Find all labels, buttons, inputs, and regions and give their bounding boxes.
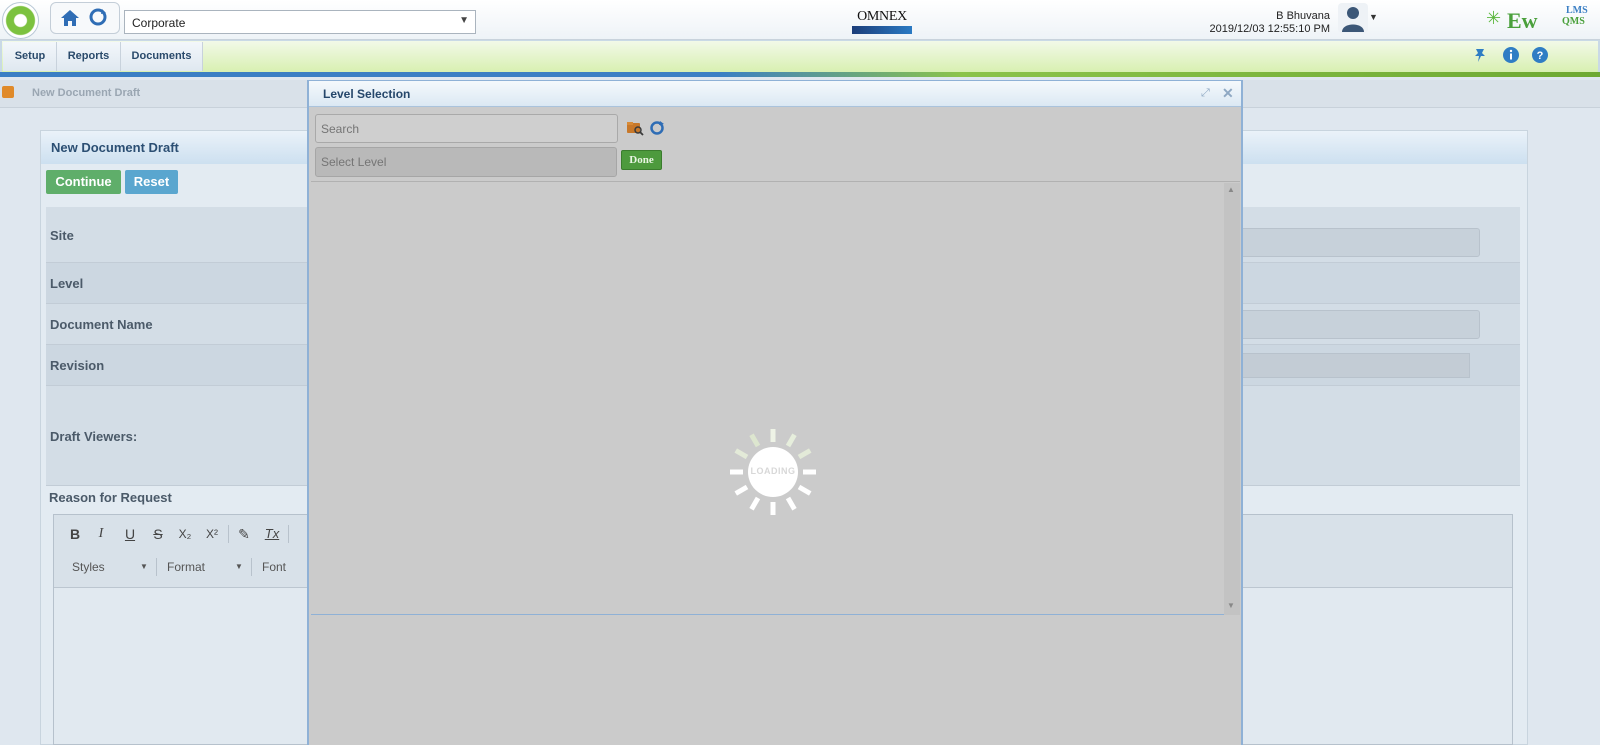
maximize-icon[interactable]: ⤢ <box>1201 87 1210 100</box>
site-label: Site <box>50 228 74 243</box>
sunburst-icon: ✳ <box>1486 8 1502 28</box>
organization-select-value: Corporate <box>132 16 186 30</box>
toolbar-separator <box>251 558 252 576</box>
toolbar-separator <box>228 525 229 543</box>
font-combo[interactable]: Font <box>262 557 302 577</box>
subscript-button[interactable]: X₂ <box>174 523 196 545</box>
menu-item-setup[interactable]: Setup <box>4 42 57 71</box>
document-name-label: Document Name <box>50 317 153 332</box>
user-menu-caret-icon[interactable]: ▼ <box>1369 12 1378 22</box>
styles-combo[interactable]: Styles ▼ <box>72 557 152 577</box>
home-icon[interactable] <box>59 7 81 29</box>
chevron-down-icon: ▼ <box>235 562 243 571</box>
dialog-title: Level Selection <box>323 87 411 101</box>
scrollbar[interactable] <box>1224 183 1240 615</box>
menu-item-reports[interactable]: Reports <box>57 42 121 71</box>
site-field[interactable] <box>1240 228 1480 257</box>
product-logo-ew: Ew <box>1507 8 1538 33</box>
remove-format-button[interactable]: Tx <box>261 523 283 545</box>
strikethrough-button[interactable]: S <box>147 523 169 545</box>
search-input[interactable] <box>315 114 618 143</box>
close-icon[interactable]: ✕ <box>1222 85 1234 102</box>
omnex-logo: OMNEX <box>852 9 912 34</box>
superscript-button[interactable]: X² <box>201 523 223 545</box>
product-logo: ✳ Ew LMS QMS <box>1486 5 1600 35</box>
reset-button[interactable]: Reset <box>125 170 178 194</box>
main-menu-bar <box>0 40 1600 74</box>
organization-select[interactable]: Corporate ▼ <box>124 10 476 34</box>
refresh-icon[interactable] <box>89 8 107 26</box>
toolbar-separator <box>288 525 289 543</box>
pin-icon[interactable] <box>1472 46 1490 64</box>
menu-item-documents[interactable]: Documents <box>121 42 203 71</box>
draft-viewers-label: Draft Viewers: <box>50 429 138 444</box>
level-tree-area <box>311 183 1240 615</box>
info-icon[interactable] <box>1502 46 1520 64</box>
svg-text:?: ? <box>1537 50 1544 62</box>
current-datetime: 2019/12/03 12:55:10 PM <box>1209 23 1330 35</box>
loading-text: LOADING <box>750 466 796 476</box>
bold-button[interactable]: B <box>64 523 86 545</box>
header-accent-line <box>0 72 1600 77</box>
level-label: Level <box>50 276 84 291</box>
chevron-down-icon: ▼ <box>459 15 469 26</box>
omnex-logo-text: OMNEX <box>857 9 907 24</box>
search-icon[interactable] <box>626 120 644 136</box>
select-level-input[interactable] <box>315 147 617 177</box>
user-name: B Bhuvana <box>1276 10 1330 22</box>
done-button[interactable]: Done <box>621 150 662 170</box>
reason-for-request-label: Reason for Request <box>49 490 172 505</box>
help-icon[interactable]: ? <box>1531 46 1549 64</box>
scroll-down-icon[interactable]: ▼ <box>1227 601 1235 610</box>
chevron-down-icon: ▼ <box>140 562 148 571</box>
breadcrumb-current[interactable]: New Document Draft <box>32 87 140 99</box>
scroll-up-icon[interactable]: ▲ <box>1227 185 1235 194</box>
document-name-field[interactable] <box>1240 310 1480 339</box>
continue-button[interactable]: Continue <box>46 170 121 194</box>
refresh-icon[interactable] <box>649 120 665 136</box>
app-logo-icon[interactable] <box>2 2 39 39</box>
product-logo-lms: LMS <box>1566 5 1588 16</box>
page-title: New Document Draft <box>51 140 179 155</box>
toolbar-separator <box>156 558 157 576</box>
avatar-icon[interactable] <box>1338 3 1368 33</box>
format-combo[interactable]: Format ▼ <box>167 557 247 577</box>
dialog-header <box>309 81 1241 107</box>
revision-label: Revision <box>50 358 105 373</box>
product-logo-qms: QMS <box>1562 16 1585 27</box>
format-combo-label: Format <box>167 560 206 574</box>
breadcrumb-home-icon[interactable] <box>2 86 14 98</box>
underline-button[interactable]: U <box>119 523 141 545</box>
revision-field <box>1240 353 1470 378</box>
italic-button[interactable]: I <box>90 523 112 545</box>
copy-format-button[interactable]: ✎ <box>233 523 255 545</box>
styles-combo-label: Styles <box>72 560 105 574</box>
